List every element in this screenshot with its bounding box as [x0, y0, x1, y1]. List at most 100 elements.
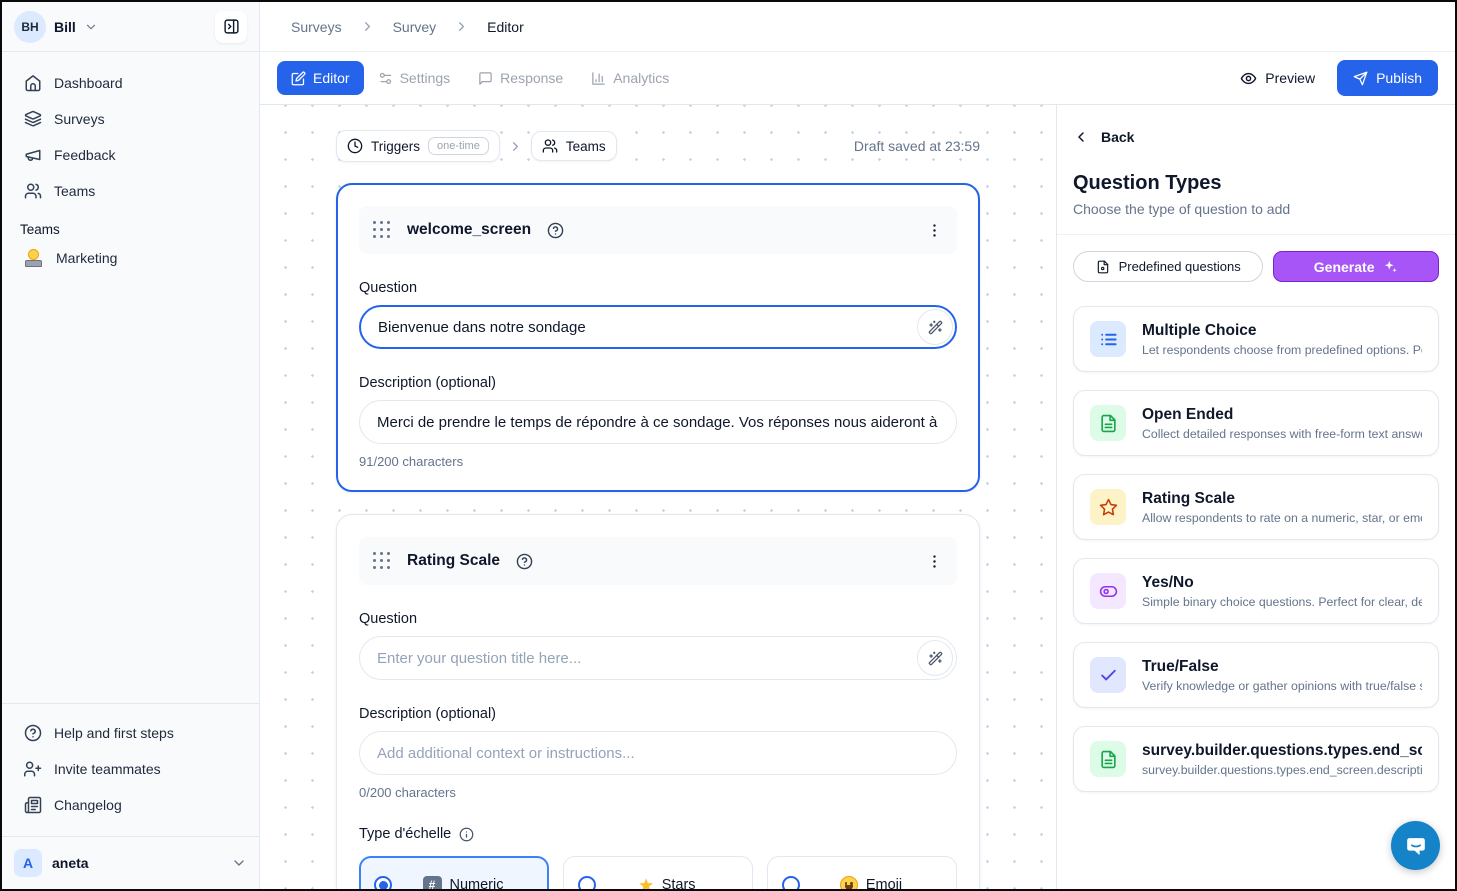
question-type-yes-no[interactable]: Yes/No Simple binary choice questions. P… — [1073, 558, 1439, 624]
help-circle-icon[interactable] — [547, 222, 564, 239]
user-plus-icon — [24, 760, 42, 778]
tab-response[interactable]: Response — [464, 61, 577, 95]
type-description: Allow respondents to rate on a numeric, … — [1142, 511, 1422, 525]
file-text-icon — [1090, 405, 1126, 441]
org-switcher[interactable]: A aneta — [2, 836, 259, 889]
publish-label: Publish — [1376, 70, 1422, 86]
question-type-rating-scale[interactable]: Rating Scale Allow respondents to rate o… — [1073, 474, 1439, 540]
tab-editor[interactable]: Editor — [277, 61, 364, 95]
eye-icon — [1240, 70, 1257, 87]
predefined-questions-button[interactable]: Predefined questions — [1073, 251, 1263, 282]
sparkles-icon — [1383, 259, 1398, 274]
sidebar-item-invite[interactable]: Invite teammates — [14, 752, 247, 786]
type-title: True/False — [1142, 658, 1422, 676]
more-vertical-icon[interactable] — [926, 553, 943, 570]
scale-type-label-text: Type d'échelle — [359, 826, 451, 842]
chevron-right-icon — [360, 19, 375, 34]
question-type-end-screen[interactable]: survey.builder.questions.types.end_scr..… — [1073, 726, 1439, 792]
list-icon — [1090, 321, 1126, 357]
scale-option-stars[interactable]: ★ Stars — [563, 856, 753, 889]
tab-label: Editor — [313, 70, 350, 86]
draft-status: Draft saved at 23:59 — [854, 138, 980, 154]
char-count: 0/200 characters — [359, 785, 957, 800]
sidebar-item-changelog[interactable]: Changelog — [14, 788, 247, 822]
scale-type-options: # Numeric ★ Stars — [359, 856, 957, 889]
sidebar-item-help[interactable]: Help and first steps — [14, 716, 247, 750]
clock-icon — [347, 138, 363, 154]
triggers-chip[interactable]: Triggers one-time — [336, 130, 500, 162]
question-card-welcome[interactable]: welcome_screen Question Description (opt… — [336, 183, 980, 492]
chevron-down-icon — [231, 855, 247, 871]
technologist-emoji — [24, 248, 44, 268]
sidebar-item-feedback[interactable]: Feedback — [14, 138, 247, 172]
breadcrumb: Surveys Survey Editor — [260, 2, 1455, 52]
scale-option-numeric[interactable]: # Numeric — [359, 856, 549, 889]
send-icon — [1353, 71, 1368, 86]
tab-label: Analytics — [613, 70, 669, 86]
sidebar-item-teams[interactable]: Teams — [14, 174, 247, 208]
tab-analytics[interactable]: Analytics — [577, 61, 683, 95]
chat-bubble-icon — [1403, 833, 1429, 859]
tab-settings[interactable]: Settings — [364, 61, 465, 95]
pencil-square-icon — [291, 71, 306, 86]
description-input[interactable] — [359, 731, 957, 775]
panel-actions: Predefined questions Generate — [1073, 251, 1439, 282]
help-circle-icon[interactable] — [516, 553, 533, 570]
chevron-right-icon — [508, 139, 523, 154]
question-type-list: Multiple Choice Let respondents choose f… — [1073, 306, 1439, 792]
sidebar-item-label: Dashboard — [54, 75, 123, 91]
sidebar-spacer — [2, 275, 259, 703]
home-icon — [24, 74, 42, 92]
panel-title: Question Types — [1073, 172, 1439, 195]
magic-wand-button[interactable] — [917, 309, 953, 345]
sidebar-item-dashboard[interactable]: Dashboard — [14, 66, 247, 100]
publish-button[interactable]: Publish — [1337, 60, 1438, 96]
question-type-multiple-choice[interactable]: Multiple Choice Let respondents choose f… — [1073, 306, 1439, 372]
avatar[interactable]: BH — [14, 11, 46, 43]
breadcrumb-editor: Editor — [487, 19, 524, 35]
teams-section-header: Teams — [2, 208, 259, 241]
question-input[interactable] — [359, 305, 957, 349]
type-description: Collect detailed responses with free-for… — [1142, 427, 1422, 441]
breadcrumb-survey[interactable]: Survey — [393, 19, 437, 35]
breadcrumb-surveys[interactable]: Surveys — [291, 19, 342, 35]
smiley-emoji-icon — [840, 876, 858, 889]
drag-handle-icon[interactable] — [373, 221, 391, 239]
question-input[interactable] — [359, 636, 957, 680]
radio-unselected — [578, 876, 596, 889]
scale-option-emoji[interactable]: Emoji — [767, 856, 957, 889]
scale-option-label: Numeric — [450, 877, 504, 889]
sidebar-item-label: Help and first steps — [54, 725, 174, 741]
chat-launcher-button[interactable] — [1391, 821, 1440, 870]
more-vertical-icon[interactable] — [926, 222, 943, 239]
back-button[interactable]: Back — [1073, 129, 1439, 145]
question-card-rating[interactable]: Rating Scale Question Description (optio… — [336, 514, 980, 889]
scale-option-label: Emoji — [866, 877, 902, 889]
chevron-down-icon[interactable] — [84, 20, 98, 34]
question-type-open-ended[interactable]: Open Ended Collect detailed responses wi… — [1073, 390, 1439, 456]
main-area: Surveys Survey Editor Editor Settings Re… — [260, 2, 1455, 889]
preview-button[interactable]: Preview — [1240, 70, 1315, 87]
sidebar-item-team-marketing[interactable]: Marketing — [14, 241, 247, 275]
info-circle-icon[interactable] — [459, 827, 474, 842]
user-name[interactable]: Bill — [54, 19, 76, 35]
type-title: survey.builder.questions.types.end_scr..… — [1142, 742, 1422, 760]
sidebar-item-surveys[interactable]: Surveys — [14, 102, 247, 136]
collapse-sidebar-button[interactable] — [215, 11, 247, 43]
scale-option-label: Stars — [662, 877, 696, 889]
message-icon — [478, 71, 493, 86]
bar-chart-icon — [591, 71, 606, 86]
sidebar-item-label: Feedback — [54, 147, 115, 163]
drag-handle-icon[interactable] — [373, 552, 391, 570]
magic-wand-button[interactable] — [917, 640, 953, 676]
description-input[interactable] — [359, 400, 957, 444]
app-window: BH Bill Dashboard Surveys Feedback — [0, 0, 1457, 891]
users-icon — [542, 138, 558, 154]
char-count: 91/200 characters — [359, 454, 957, 469]
star-emoji-icon: ★ — [638, 877, 653, 890]
generate-button[interactable]: Generate — [1273, 251, 1439, 282]
teams-chip[interactable]: Teams — [531, 131, 617, 161]
question-type-true-false[interactable]: True/False Verify knowledge or gather op… — [1073, 642, 1439, 708]
megaphone-icon — [24, 146, 42, 164]
toggle-icon — [1090, 573, 1126, 609]
